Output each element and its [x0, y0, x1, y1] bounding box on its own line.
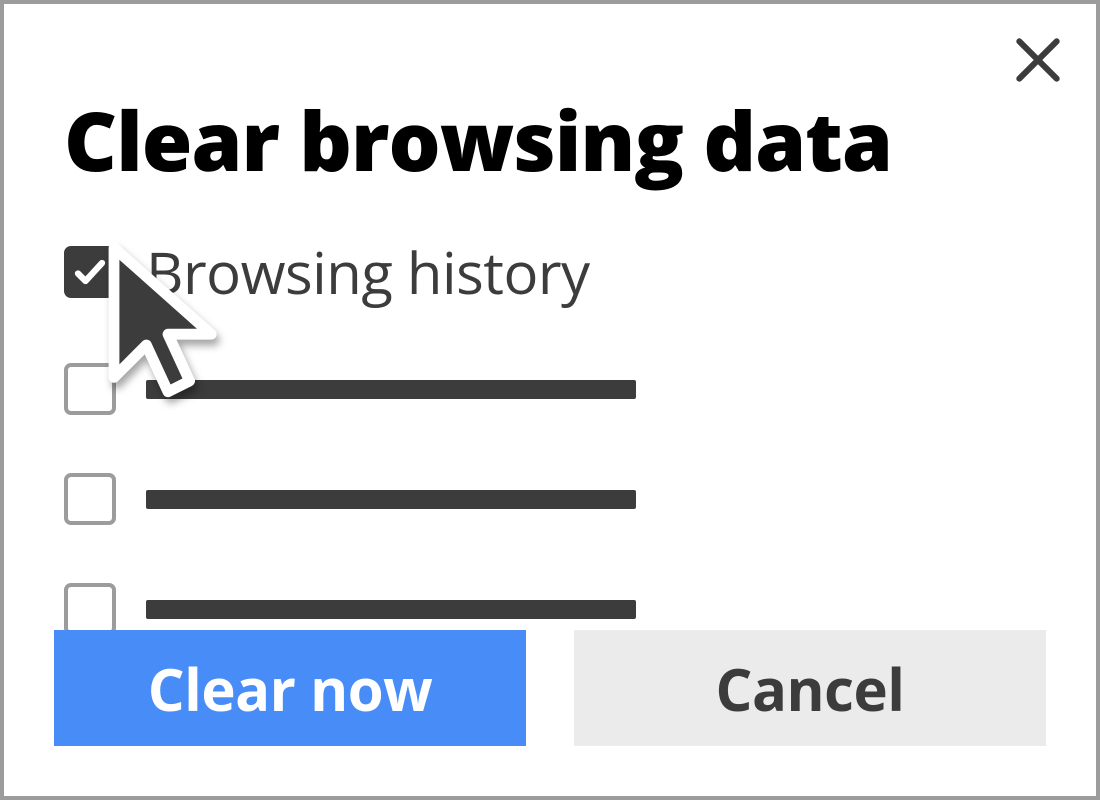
clear-now-button[interactable]: Clear now	[54, 630, 526, 746]
check-icon	[72, 254, 108, 290]
dialog-title: Clear browsing data	[64, 84, 1036, 196]
option-placeholder-2	[146, 380, 636, 399]
close-button[interactable]	[1010, 32, 1066, 88]
option-row-2	[64, 363, 1036, 415]
option-row-browsing-history: Browsing history	[64, 232, 1036, 311]
close-icon	[1010, 32, 1066, 88]
option-label-browsing-history: Browsing history	[146, 232, 590, 311]
checkbox-option-4[interactable]	[64, 583, 116, 635]
option-placeholder-3	[146, 490, 636, 509]
checkbox-option-2[interactable]	[64, 363, 116, 415]
cancel-button[interactable]: Cancel	[574, 630, 1046, 746]
option-placeholder-4	[146, 600, 636, 619]
option-row-3	[64, 473, 1036, 525]
option-row-4	[64, 583, 1036, 635]
dialog-buttons: Clear now Cancel	[54, 630, 1046, 746]
checkbox-option-3[interactable]	[64, 473, 116, 525]
clear-browsing-data-dialog: Clear browsing data Browsing history Cle…	[0, 0, 1100, 800]
options-list: Browsing history	[64, 232, 1036, 635]
checkbox-browsing-history[interactable]	[64, 246, 116, 298]
